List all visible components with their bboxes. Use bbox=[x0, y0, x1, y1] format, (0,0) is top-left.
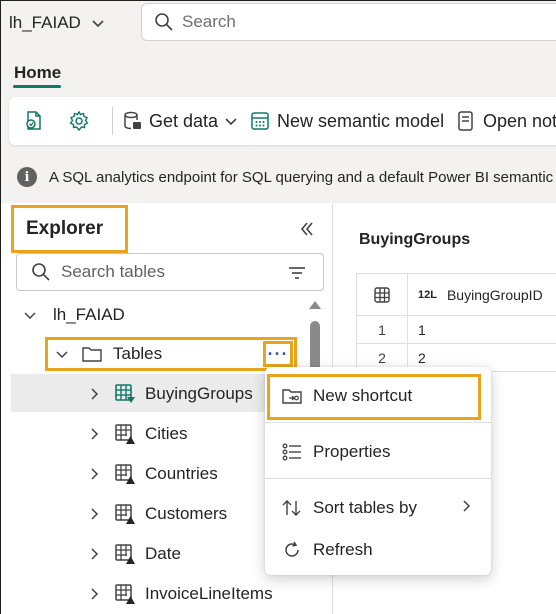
menu-item-label: Sort tables by bbox=[313, 498, 417, 517]
notebook-open-icon bbox=[458, 111, 473, 131]
menu-item-sort-tables-by[interactable]: Sort tables by bbox=[265, 488, 491, 528]
scroll-up-arrow-icon[interactable] bbox=[309, 301, 321, 309]
search-icon bbox=[155, 13, 173, 31]
get-data-button[interactable]: Get data bbox=[121, 97, 238, 145]
tree-item-lakehouse[interactable]: lh_FAIAD bbox=[23, 296, 125, 334]
grid-corner[interactable] bbox=[356, 274, 408, 316]
chevron-right-icon bbox=[91, 588, 99, 600]
global-search-input[interactable]: Search bbox=[141, 3, 556, 41]
explorer-title: Explorer bbox=[11, 205, 128, 253]
chevron-right-icon bbox=[463, 500, 471, 512]
search-tables-placeholder: Search tables bbox=[61, 262, 165, 281]
more-options-button[interactable]: ··· bbox=[263, 341, 293, 367]
row-index: 1 bbox=[356, 316, 408, 344]
table-label: Customers bbox=[145, 504, 228, 523]
toolbar: Get data New semantic model Open not bbox=[9, 97, 556, 145]
workspace-selector[interactable]: lh_FAIAD bbox=[9, 11, 105, 35]
chevron-right-icon bbox=[91, 388, 99, 400]
tab-home[interactable]: Home bbox=[14, 63, 61, 83]
database-icon bbox=[124, 111, 141, 130]
properties-list-icon bbox=[282, 443, 301, 461]
tables-folder-label: Tables bbox=[113, 344, 163, 363]
menu-divider bbox=[265, 422, 491, 423]
column-header-buyinggroupid[interactable]: 12L BuyingGroupID bbox=[408, 274, 543, 316]
notebook-icon-button[interactable] bbox=[23, 97, 45, 145]
collapse-pane-icon[interactable] bbox=[297, 219, 317, 239]
search-placeholder: Search bbox=[182, 12, 236, 31]
refresh-icon bbox=[285, 541, 299, 557]
menu-item-label: Refresh bbox=[313, 540, 373, 559]
chevron-down-icon bbox=[92, 20, 104, 28]
tree-item-table[interactable]: BuyingGroups bbox=[87, 375, 253, 413]
explorer-title-label: Explorer bbox=[26, 218, 104, 239]
workspace-name: lh_FAIAD bbox=[9, 13, 81, 32]
chevron-down-icon bbox=[24, 312, 36, 320]
chevron-down-icon bbox=[56, 351, 68, 359]
search-tables-input[interactable]: Search tables bbox=[16, 253, 324, 291]
new-semantic-model-button[interactable]: New semantic model bbox=[249, 97, 444, 145]
tree-item-table[interactable]: Countries bbox=[87, 455, 218, 493]
tree-item-table[interactable]: InvoiceLineItems bbox=[87, 575, 273, 613]
table-label: Countries bbox=[145, 464, 218, 483]
table-label: BuyingGroups bbox=[145, 384, 253, 403]
unidentified-table-icon bbox=[115, 464, 135, 484]
toolbar-divider bbox=[112, 107, 113, 135]
chevron-right-icon bbox=[91, 508, 99, 520]
tree-item-table[interactable]: Customers bbox=[87, 495, 227, 533]
integer-type-icon: 12L bbox=[418, 289, 437, 301]
sort-arrows-icon bbox=[282, 500, 301, 516]
lakehouse-label: lh_FAIAD bbox=[53, 305, 125, 324]
semantic-model-icon bbox=[251, 112, 269, 130]
table-label: InvoiceLineItems bbox=[145, 584, 273, 603]
scrollbar-thumb[interactable] bbox=[310, 321, 320, 371]
unidentified-table-icon bbox=[115, 504, 135, 524]
data-grid: 12L BuyingGroupID 1 1 2 2 bbox=[356, 273, 556, 373]
grid-header: 12L BuyingGroupID bbox=[356, 274, 556, 316]
shortcut-folder-icon bbox=[282, 389, 302, 404]
delta-table-icon bbox=[115, 384, 135, 403]
tree-item-table[interactable]: Date bbox=[87, 535, 181, 573]
get-data-label: Get data bbox=[149, 110, 219, 131]
cell-value: 1 bbox=[418, 322, 426, 338]
chevron-right-icon bbox=[91, 428, 99, 440]
info-message: A SQL analytics endpoint for SQL queryin… bbox=[49, 168, 554, 186]
menu-item-label: Properties bbox=[313, 442, 391, 461]
menu-item-new-shortcut[interactable]: New shortcut bbox=[265, 376, 491, 416]
tab-active-indicator bbox=[13, 85, 61, 88]
chevron-right-icon bbox=[91, 468, 99, 480]
preview-title: BuyingGroups bbox=[359, 231, 471, 248]
gear-icon bbox=[69, 110, 89, 132]
notebook-icon bbox=[26, 111, 41, 130]
unidentified-table-icon bbox=[115, 424, 135, 444]
open-notebook-button[interactable]: Open not bbox=[455, 97, 556, 145]
search-icon bbox=[32, 263, 50, 281]
unidentified-table-icon bbox=[115, 544, 135, 564]
chevron-down-icon bbox=[225, 118, 237, 126]
table-label: Cities bbox=[145, 424, 188, 443]
menu-item-label: New shortcut bbox=[313, 386, 413, 405]
menu-divider bbox=[265, 478, 491, 479]
menu-item-refresh[interactable]: Refresh bbox=[265, 530, 491, 570]
menu-item-properties[interactable]: Properties bbox=[265, 432, 491, 472]
tree-item-table[interactable]: Cities bbox=[87, 415, 188, 453]
filter-icon[interactable] bbox=[287, 263, 307, 283]
table-grid-icon bbox=[374, 287, 390, 303]
settings-button[interactable] bbox=[68, 97, 90, 145]
unidentified-table-icon bbox=[115, 584, 135, 604]
info-bar: i A SQL analytics endpoint for SQL query… bbox=[13, 161, 556, 193]
chevron-right-icon bbox=[91, 548, 99, 560]
tree-item-tables-folder[interactable]: Tables bbox=[55, 335, 162, 373]
table-label: Date bbox=[145, 544, 181, 563]
new-semantic-model-label: New semantic model bbox=[277, 110, 445, 131]
open-notebook-label: Open not bbox=[483, 110, 556, 131]
column-header-label: BuyingGroupID bbox=[446, 287, 543, 303]
table-row: 1 1 bbox=[356, 316, 556, 344]
info-icon: i bbox=[17, 167, 37, 187]
folder-icon bbox=[82, 347, 102, 362]
